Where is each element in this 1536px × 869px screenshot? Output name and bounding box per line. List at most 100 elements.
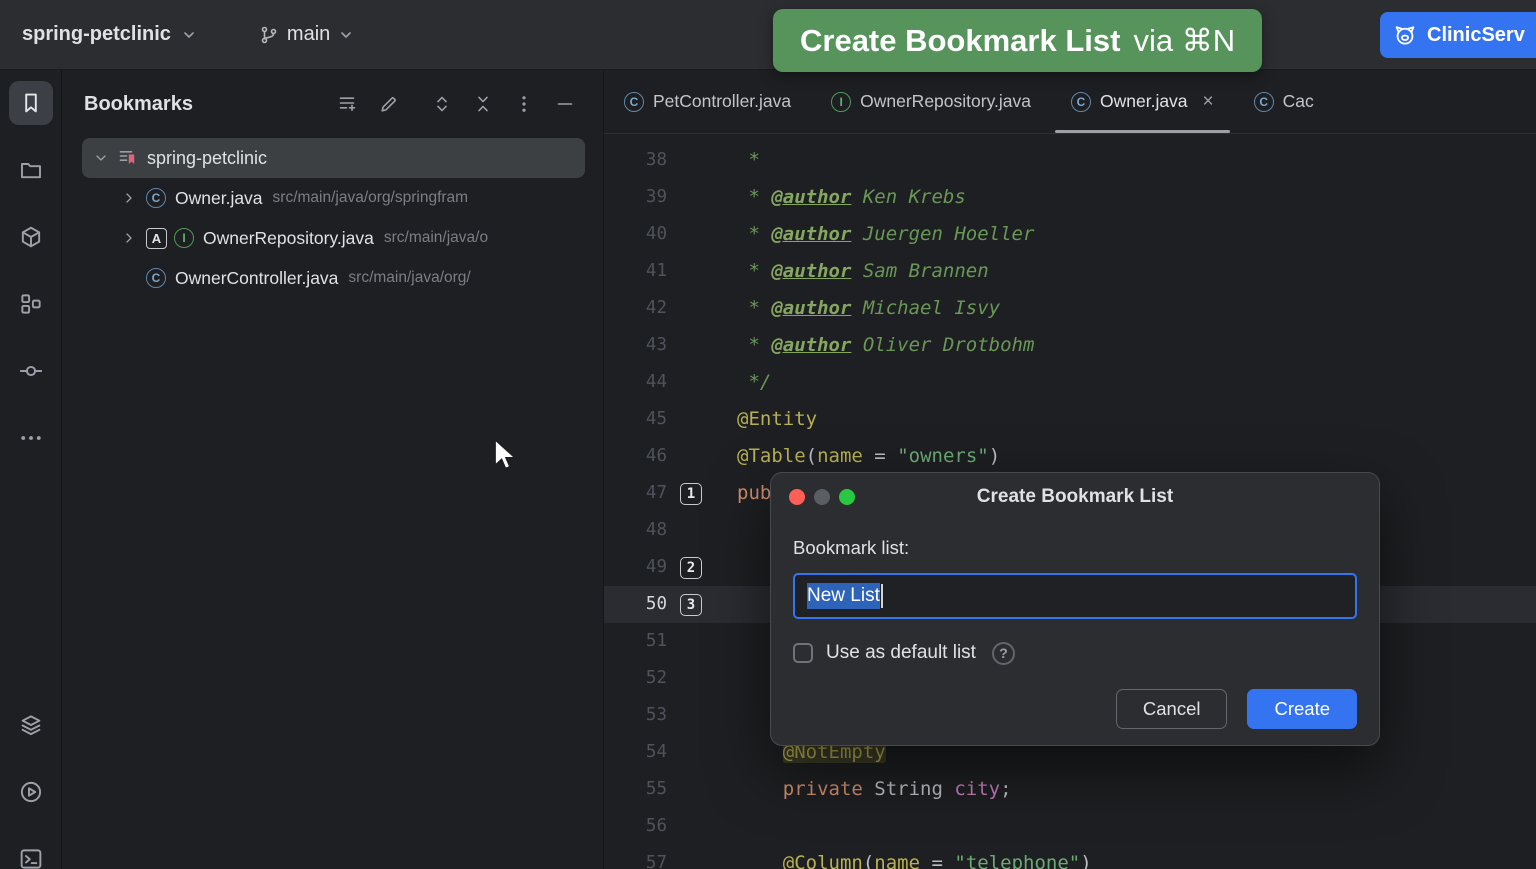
gutter-badge-slot [680,290,702,327]
close-window-button[interactable] [789,489,805,505]
gutter-badge-slot [680,216,702,253]
code-line[interactable]: 42 * @author Michael Isvy [604,290,1536,327]
code-line[interactable]: 45@Entity [604,401,1536,438]
line-number: 39 [604,179,667,216]
code-token: @Column [783,852,863,869]
gutter-badge-slot [680,808,702,845]
bookmark-number-badge[interactable]: 2 [680,557,702,579]
project-selector[interactable]: spring-petclinic [22,23,197,46]
hint-shortcut-text: via ⌘N [1133,23,1235,59]
tree-item-label: OwnerRepository.java [203,228,374,249]
code-token: @author [771,297,851,319]
create-button[interactable]: Create [1247,689,1357,729]
line-number: 54 [604,734,667,771]
bookmark-tree-item[interactable]: COwnerController.javasrc/main/java/org/ [82,258,585,298]
code-token: * [737,334,771,356]
tree-item-label: Owner.java [175,188,263,209]
code-token: "telephone" [954,852,1080,869]
branch-name: main [287,23,330,46]
code-token: * [737,223,771,245]
code-token: ; [1000,778,1011,800]
code-line[interactable]: 39 * @author Ken Krebs [604,179,1536,216]
code-line[interactable]: 40 * @author Juergen Hoeller [604,216,1536,253]
code-line[interactable]: 43 * @author Oliver Drotbohm [604,327,1536,364]
use-as-default-checkbox[interactable] [793,643,813,663]
code-text: * @author Ken Krebs [702,179,966,216]
code-text: */ [702,364,771,401]
options-button[interactable] [510,90,538,118]
close-tab-icon[interactable]: × [1203,92,1214,111]
collapse-all-button[interactable] [469,90,497,118]
input-selected-text: New List [807,583,880,609]
line-number: 42 [604,290,667,327]
editor-tab[interactable]: IOwnerRepository.java [811,70,1051,133]
code-token: Juergen Hoeller [851,223,1034,245]
chevron-right-icon [118,187,140,209]
gutter-badge-slot [680,179,702,216]
activity-bar-item-terminal[interactable] [9,837,53,869]
edit-button[interactable] [375,90,403,118]
edit-icon [379,94,399,114]
line-number: 57 [604,845,667,869]
code-token: @Table [737,445,806,467]
code-token: * [737,260,771,282]
activity-bar-item-more[interactable] [9,416,53,460]
bookmark-tree-item[interactable]: spring-petclinic [82,138,585,178]
code-token: Oliver Drotbohm [851,334,1034,356]
cancel-button[interactable]: Cancel [1116,689,1228,729]
code-text [702,512,737,549]
gutter-badge-slot [680,771,702,808]
class-icon: C [624,92,644,112]
class-icon: C [1254,92,1274,112]
editor-tab[interactable]: COwner.java× [1051,70,1234,133]
code-text: @Column(name = "telephone") [702,845,1092,869]
hide-button[interactable] [551,90,579,118]
expand-all-button[interactable] [428,90,456,118]
activity-bar-item-commit[interactable] [9,349,53,393]
code-line[interactable]: 44 */ [604,364,1536,401]
code-line[interactable]: 46@Table(name = "owners") [604,438,1536,475]
code-line[interactable]: 57 @Column(name = "telephone") [604,845,1536,869]
code-token: ( [806,445,817,467]
bookmark-tree-item[interactable]: AIOwnerRepository.javasrc/main/java/o [82,218,585,258]
bookmark-number-badge[interactable]: 1 [680,483,702,505]
code-token: * [737,297,771,319]
line-number: 46 [604,438,667,475]
code-token: ( [863,852,874,869]
activity-bar-item-services[interactable] [9,770,53,814]
code-token: name [817,445,863,467]
activity-bar-item-structure[interactable] [9,282,53,326]
code-text: * @author Oliver Drotbohm [702,327,1034,364]
activity-bar-item-layers[interactable] [9,703,53,747]
code-token: = [920,852,954,869]
code-text [702,808,737,845]
line-number: 45 [604,401,667,438]
help-icon[interactable]: ? [992,642,1015,665]
editor-tab[interactable]: CPetController.java [604,70,811,133]
code-text: * @author Sam Brannen [702,253,989,290]
commit-icon [19,359,43,383]
code-text: * [702,142,760,179]
code-line[interactable]: 56 [604,808,1536,845]
code-token: "owners" [897,445,989,467]
code-line[interactable]: 38 * [604,142,1536,179]
code-line[interactable]: 41 * @author Sam Brannen [604,253,1536,290]
bookmark-number-badge[interactable]: 3 [680,594,702,616]
structure-icon [19,292,43,316]
tab-label: Owner.java [1100,91,1188,112]
editor-tab[interactable]: C Cac [1234,70,1334,133]
activity-bar-item-folder[interactable] [9,148,53,192]
interface-icon: I [831,92,851,112]
add-list-button[interactable] [334,90,362,118]
zoom-window-button[interactable] [839,489,855,505]
tab-label: Cac [1283,91,1314,112]
run-configuration-widget[interactable]: ClinicServ [1380,12,1536,58]
activity-bar-item-packages[interactable] [9,215,53,259]
bookmark-tree-item[interactable]: COwner.javasrc/main/java/org/springfram [82,178,585,218]
bookmark-list-name-input[interactable]: New List [793,573,1357,619]
gutter-badge-slot: 2 [680,549,702,586]
activity-bar-item-bookmarks[interactable] [9,81,53,125]
branch-selector[interactable]: main [259,23,354,46]
code-line[interactable]: 55 private String city; [604,771,1536,808]
minimize-window-button[interactable] [814,489,830,505]
